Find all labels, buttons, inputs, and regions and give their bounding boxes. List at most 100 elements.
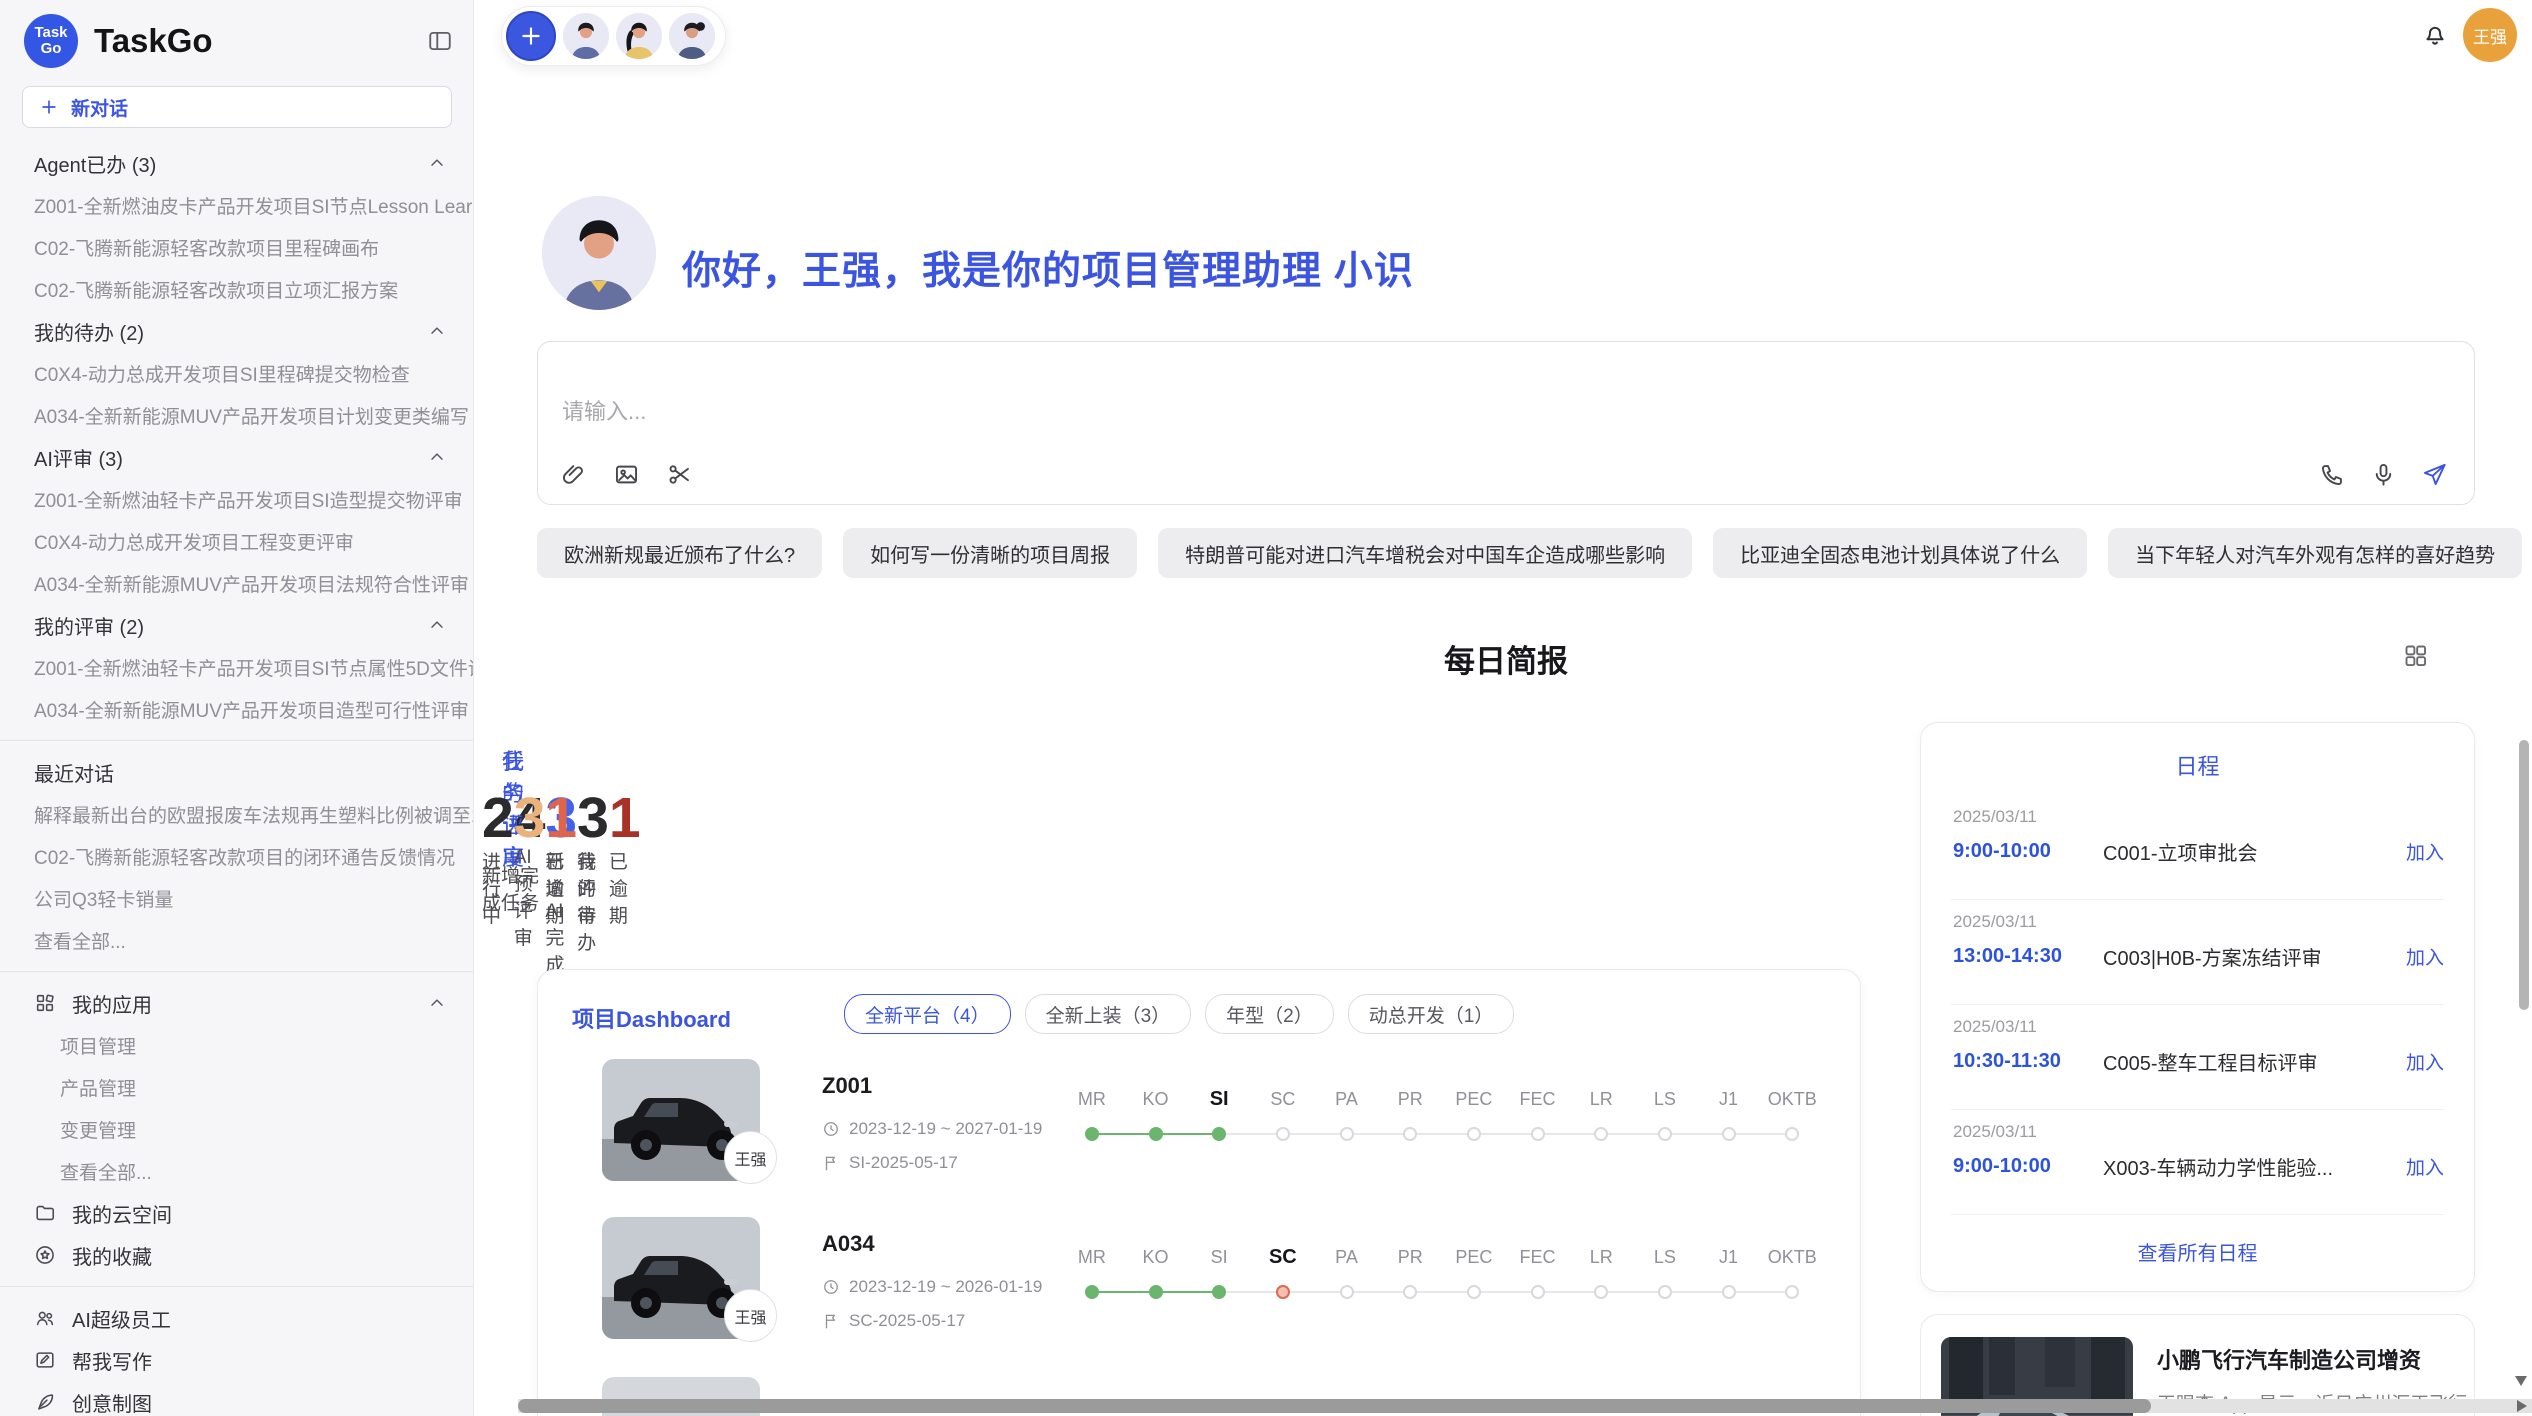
- owner-badge: 王强: [724, 1289, 777, 1342]
- sidebar-collapse-icon[interactable]: [427, 28, 453, 54]
- milestone-dot[interactable]: [1212, 1127, 1226, 1141]
- sidebar-item[interactable]: A034-全新新能源MUV产品开发项目法规符合性评审: [0, 562, 473, 604]
- vertical-scrollbar-thumb[interactable]: [2519, 740, 2529, 1010]
- sidebar-item[interactable]: 产品管理: [0, 1066, 473, 1108]
- sidebar-section-header[interactable]: AI评审 (3): [0, 436, 473, 478]
- milestone-dot[interactable]: [1149, 1127, 1163, 1141]
- scroll-down-arrow-icon[interactable]: [2515, 1376, 2527, 1386]
- send-icon[interactable]: [2421, 461, 2448, 488]
- schedule-entry-row: 10:30-11:30C005-整车工程目标评审加入: [1953, 1047, 2444, 1076]
- scroll-right-arrow-icon[interactable]: [2517, 1400, 2527, 1412]
- milestone-dot[interactable]: [1785, 1285, 1799, 1299]
- dashboard-tab[interactable]: 全新平台（4）: [844, 994, 1011, 1034]
- milestone-dot[interactable]: [1658, 1127, 1672, 1141]
- sidebar-section-header[interactable]: Agent已办 (3): [0, 142, 473, 184]
- horizontal-scrollbar[interactable]: [518, 1399, 2532, 1413]
- milestone-label: SI: [1187, 1088, 1251, 1111]
- add-agent-button[interactable]: [506, 11, 556, 61]
- sidebar-item-write[interactable]: 帮我写作: [0, 1339, 473, 1381]
- sidebar-item[interactable]: 查看全部...: [0, 919, 473, 961]
- sidebar-item[interactable]: C02-飞腾新能源轻客改款项目里程碑画布: [0, 226, 473, 268]
- milestone-label: LR: [1569, 1089, 1633, 1110]
- milestone-dot[interactable]: [1722, 1127, 1736, 1141]
- dashboard-tab[interactable]: 动总开发（1）: [1348, 994, 1515, 1034]
- milestone-dots: [1060, 1281, 1824, 1303]
- milestone-dot[interactable]: [1085, 1285, 1099, 1299]
- sidebar-section-header[interactable]: 我的评审 (2): [0, 604, 473, 646]
- schedule-event-title: C001-立项审批会: [2103, 837, 2406, 866]
- sidebar-item[interactable]: A034-全新新能源MUV产品开发项目造型可行性评审: [0, 688, 473, 730]
- milestone-dot[interactable]: [1658, 1285, 1672, 1299]
- sidebar-item-star[interactable]: 我的收藏: [0, 1234, 473, 1276]
- suggestion-chip[interactable]: 欧洲新规最近颁布了什么?: [537, 528, 822, 578]
- new-chat-button[interactable]: 新对话: [22, 86, 452, 128]
- sidebar-item[interactable]: Z001-全新燃油皮卡产品开发项目SI节点Lesson Learn报告: [0, 184, 473, 226]
- milestone-dot[interactable]: [1340, 1127, 1354, 1141]
- member-avatar-3[interactable]: [669, 13, 715, 59]
- quill-icon: [34, 1391, 56, 1413]
- sidebar-item[interactable]: C02-飞腾新能源轻客改款项目的闭环通告反馈情况: [0, 835, 473, 877]
- attachment-icon[interactable]: [560, 461, 587, 488]
- milestone-dot[interactable]: [1594, 1285, 1608, 1299]
- scissors-icon[interactable]: [666, 461, 693, 488]
- suggestion-chip[interactable]: 如何写一份清晰的项目周报: [843, 528, 1137, 578]
- sidebar-item[interactable]: C02-飞腾新能源轻客改款项目立项汇报方案: [0, 268, 473, 310]
- suggestion-chip[interactable]: 当下年轻人对汽车外观有怎样的喜好趋势: [2108, 528, 2522, 578]
- view-all-schedule-link[interactable]: 查看所有日程: [1921, 1237, 2474, 1266]
- phone-icon[interactable]: [2319, 461, 2346, 488]
- sidebar-item[interactable]: 变更管理: [0, 1108, 473, 1150]
- milestone-dot[interactable]: [1085, 1127, 1099, 1141]
- milestone-dot-cell: [1378, 1281, 1442, 1303]
- notification-bell-icon[interactable]: [2421, 20, 2449, 48]
- milestone-dot[interactable]: [1467, 1127, 1481, 1141]
- sidebar-section-header[interactable]: 我的待办 (2): [0, 310, 473, 352]
- join-link[interactable]: 加入: [2406, 1048, 2444, 1075]
- milestone-dot[interactable]: [1340, 1285, 1354, 1299]
- milestone-dot[interactable]: [1212, 1285, 1226, 1299]
- milestone-dot[interactable]: [1403, 1285, 1417, 1299]
- join-link[interactable]: 加入: [2406, 943, 2444, 970]
- milestone-label: MR: [1060, 1247, 1124, 1268]
- sidebar-item[interactable]: A034-全新新能源MUV产品开发项目计划变更类编写: [0, 394, 473, 436]
- suggestion-chip[interactable]: 特朗普可能对进口汽车增税会对中国车企造成哪些影响: [1158, 528, 1692, 578]
- microphone-icon[interactable]: [2370, 461, 2397, 488]
- user-avatar[interactable]: 王强: [2463, 8, 2517, 62]
- milestone-dot[interactable]: [1785, 1127, 1799, 1141]
- dashboard-tab[interactable]: 年型（2）: [1205, 994, 1334, 1034]
- member-avatar-2[interactable]: [616, 13, 662, 59]
- sidebar-item[interactable]: Z001-全新燃油轻卡产品开发项目SI节点属性5D文件评审: [0, 646, 473, 688]
- milestone-dot[interactable]: [1531, 1127, 1545, 1141]
- milestone-dot[interactable]: [1276, 1285, 1290, 1299]
- sidebar-section-header[interactable]: 我的应用: [0, 982, 473, 1024]
- member-avatar-1[interactable]: [563, 13, 609, 59]
- sidebar-item[interactable]: 查看全部...: [0, 1150, 473, 1192]
- sidebar-item[interactable]: Z001-全新燃油轻卡产品开发项目SI造型提交物评审: [0, 478, 473, 520]
- sidebar-item[interactable]: 解释最新出台的欧盟报废车法规再生塑料比例被调至15%...: [0, 793, 473, 835]
- milestone-dot-cell: [1569, 1281, 1633, 1303]
- milestone-dot[interactable]: [1722, 1285, 1736, 1299]
- milestone-dots-track: [1060, 1281, 1824, 1303]
- milestone-dot[interactable]: [1467, 1285, 1481, 1299]
- join-link[interactable]: 加入: [2406, 838, 2444, 865]
- join-link[interactable]: 加入: [2406, 1153, 2444, 1180]
- milestone-dot-cell: [1251, 1281, 1315, 1303]
- sidebar-item-folder[interactable]: 我的云空间: [0, 1192, 473, 1234]
- horizontal-scrollbar-thumb[interactable]: [518, 1399, 2151, 1413]
- milestone-dot[interactable]: [1403, 1127, 1417, 1141]
- image-icon[interactable]: [613, 461, 640, 488]
- composer-input[interactable]: 请输入...: [562, 394, 646, 426]
- milestone-dot[interactable]: [1276, 1127, 1290, 1141]
- sidebar-item[interactable]: C0X4-动力总成开发项目SI里程碑提交物检查: [0, 352, 473, 394]
- layout-grid-icon[interactable]: [2402, 642, 2429, 669]
- sidebar-item-people[interactable]: AI超级员工: [0, 1297, 473, 1339]
- milestone-dot[interactable]: [1531, 1285, 1545, 1299]
- stat-item: 1已逾期: [545, 786, 577, 917]
- milestone-dot[interactable]: [1594, 1127, 1608, 1141]
- milestone-dot[interactable]: [1149, 1285, 1163, 1299]
- suggestion-chip[interactable]: 比亚迪全固态电池计划具体说了什么: [1713, 528, 2087, 578]
- sidebar-item[interactable]: 公司Q3轻卡销量: [0, 877, 473, 919]
- sidebar-item[interactable]: C0X4-动力总成开发项目工程变更评审: [0, 520, 473, 562]
- dashboard-tab[interactable]: 全新上装（3）: [1025, 994, 1192, 1034]
- sidebar-item-quill[interactable]: 创意制图: [0, 1381, 473, 1416]
- sidebar-item[interactable]: 项目管理: [0, 1024, 473, 1066]
